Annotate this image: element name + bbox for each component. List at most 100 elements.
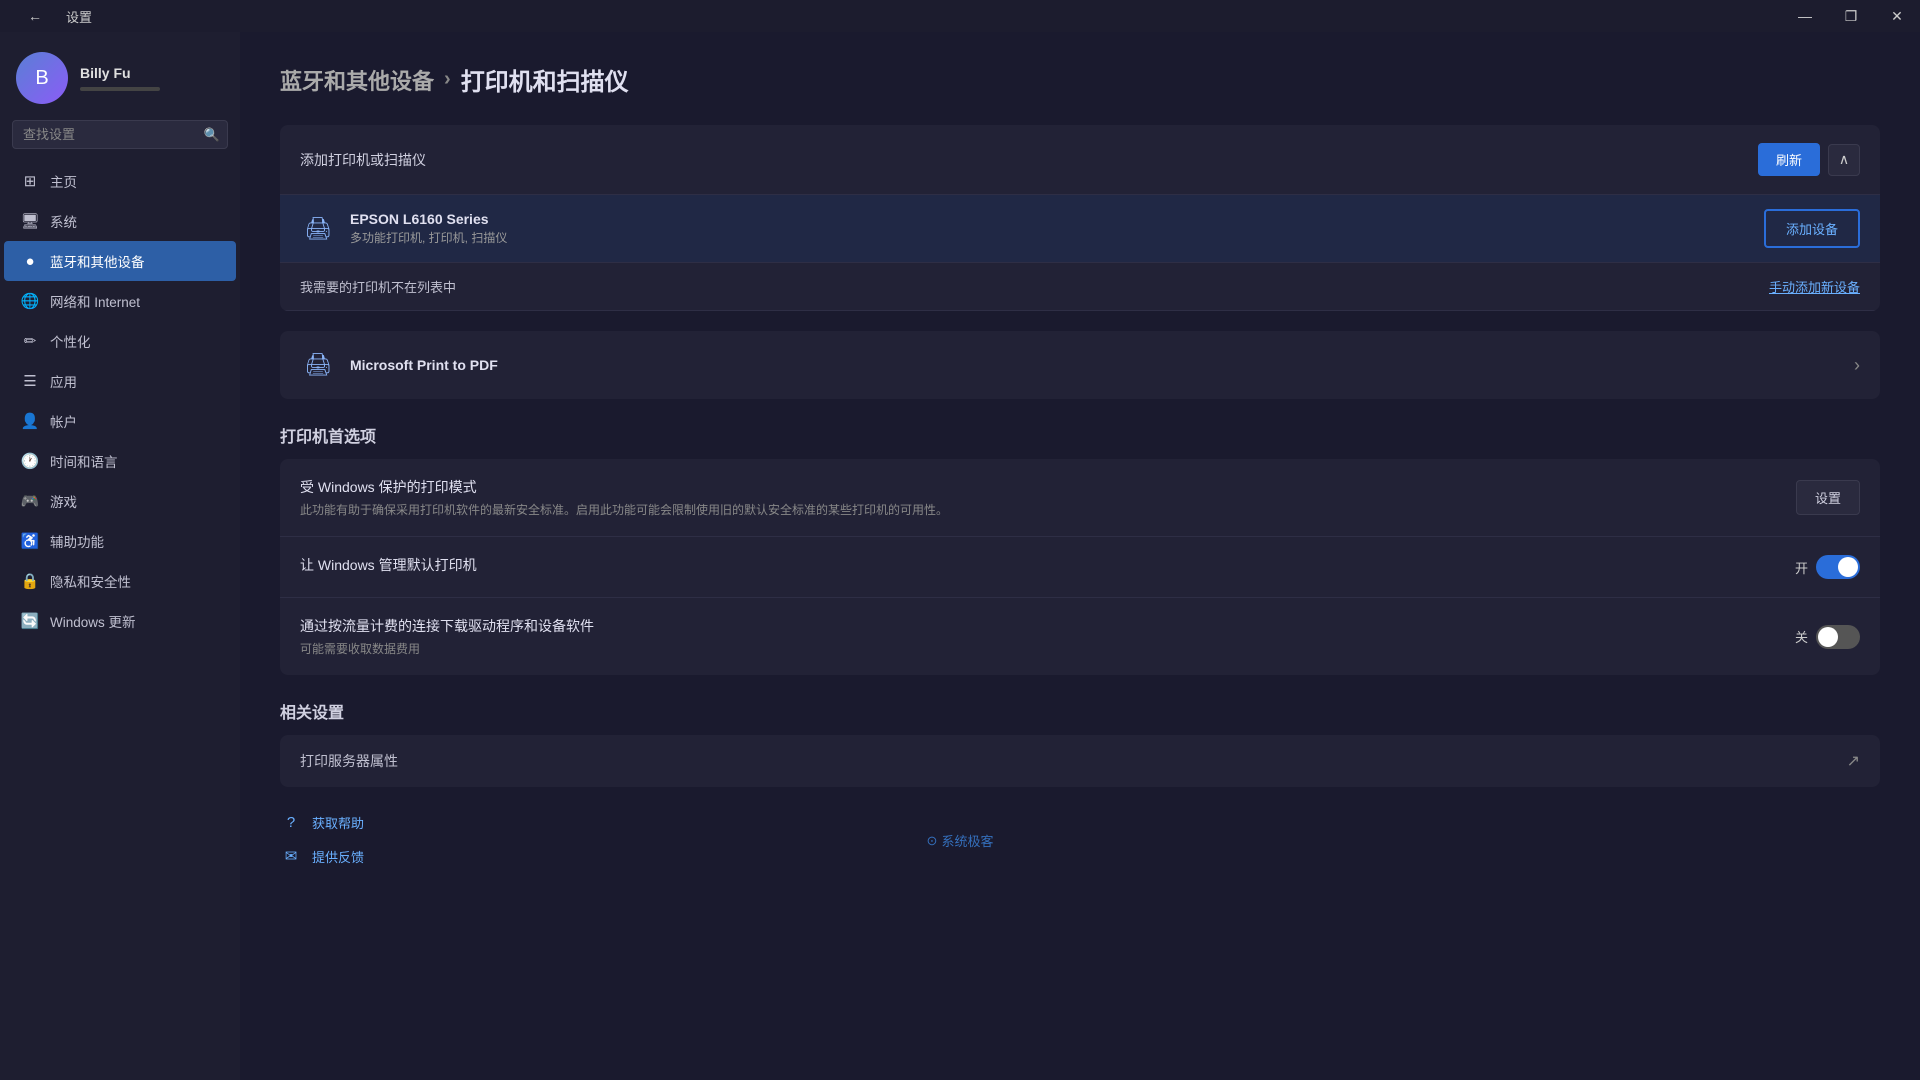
protected-mode-info: 受 Windows 保护的打印模式 此功能有助于确保采用打印机软件的最新安全标准… <box>300 477 1796 518</box>
related-row[interactable]: 打印服务器属性 ↗ <box>280 735 1880 787</box>
metered-status: 关 <box>1795 627 1808 646</box>
not-listed-row: 我需要的打印机不在列表中 手动添加新设备 <box>280 263 1880 311</box>
accounts-icon: 👤 <box>20 411 40 431</box>
time-icon: 🕐 <box>20 451 40 471</box>
breadcrumb-separator: › <box>444 68 451 91</box>
sidebar-item-accessibility[interactable]: ♿ 辅助功能 <box>4 521 236 561</box>
manage-default-row: 让 Windows 管理默认打印机 开 <box>280 537 1880 598</box>
add-printer-section: 添加打印机或扫描仪 刷新 ∧ 🖨 EPSON L6160 Series 多功能打… <box>280 125 1880 311</box>
privacy-icon: 🔒 <box>20 571 40 591</box>
main-content: 蓝牙和其他设备 › 打印机和扫描仪 添加打印机或扫描仪 刷新 ∧ 🖨 EPSON… <box>240 32 1920 1080</box>
manage-default-title: 让 Windows 管理默认打印机 <box>300 555 1795 575</box>
chevron-up-icon: ∧ <box>1839 151 1849 168</box>
breadcrumb-parent[interactable]: 蓝牙和其他设备 <box>280 64 434 96</box>
sidebar-item-label-network: 网络和 Internet <box>50 291 140 311</box>
epson-device-desc: 多功能打印机, 打印机, 扫描仪 <box>350 229 1764 246</box>
options-section-title: 打印机首选项 <box>280 423 1880 447</box>
feedback-label: 提供反馈 <box>312 847 364 866</box>
manage-default-status: 开 <box>1795 558 1808 577</box>
sidebar-item-label-system: 系统 <box>50 211 77 231</box>
sidebar-item-gaming[interactable]: 🎮 游戏 <box>4 481 236 521</box>
sidebar-item-label-privacy: 隐私和安全性 <box>50 571 131 591</box>
collapse-button[interactable]: ∧ <box>1828 144 1860 176</box>
printer-options-section: 受 Windows 保护的打印模式 此功能有助于确保采用打印机软件的最新安全标准… <box>280 459 1880 675</box>
ms-print-name: Microsoft Print to PDF <box>350 357 1854 373</box>
metered-desc: 可能需要收取数据费用 <box>300 640 1795 657</box>
bluetooth-icon: ● <box>20 251 40 271</box>
ms-print-info: Microsoft Print to PDF <box>350 357 1854 373</box>
sidebar-item-label-gaming: 游戏 <box>50 491 77 511</box>
app-title: 设置 <box>66 7 92 26</box>
user-section: B Billy Fu <box>0 32 240 120</box>
breadcrumb: 蓝牙和其他设备 › 打印机和扫描仪 <box>280 62 1880 97</box>
search-input[interactable] <box>12 120 228 149</box>
sidebar-item-label-update: Windows 更新 <box>50 611 136 631</box>
ms-print-icon: 🖨 <box>300 347 336 383</box>
system-icon: 🖥 <box>20 211 40 231</box>
breadcrumb-current: 打印机和扫描仪 <box>461 62 629 97</box>
sidebar-item-update[interactable]: 🔄 Windows 更新 <box>4 601 236 641</box>
protected-mode-row: 受 Windows 保护的打印模式 此功能有助于确保采用打印机软件的最新安全标准… <box>280 459 1880 537</box>
sidebar-item-label-personalization: 个性化 <box>50 331 91 351</box>
sidebar-item-home[interactable]: ⊞ 主页 <box>4 161 236 201</box>
sidebar-item-label-apps: 应用 <box>50 371 77 391</box>
manage-default-info: 让 Windows 管理默认打印机 <box>300 555 1795 579</box>
metered-toggle-wrap: 关 <box>1795 625 1860 649</box>
help-label: 获取帮助 <box>312 813 364 832</box>
metered-info: 通过按流量计费的连接下载驱动程序和设备软件 可能需要收取数据费用 <box>300 616 1795 657</box>
protected-mode-desc: 此功能有助于确保采用打印机软件的最新安全标准。启用此功能可能会限制使用旧的默认安… <box>300 501 1796 518</box>
epson-device-name: EPSON L6160 Series <box>350 211 1764 227</box>
manage-default-toggle[interactable] <box>1816 555 1860 579</box>
maximize-button[interactable]: ❐ <box>1828 0 1874 32</box>
minimize-button[interactable]: — <box>1782 0 1828 32</box>
sidebar-item-time[interactable]: 🕐 时间和语言 <box>4 441 236 481</box>
accessibility-icon: ♿ <box>20 531 40 551</box>
related-section-title: 相关设置 <box>280 699 1880 723</box>
add-printer-actions: 刷新 ∧ <box>1758 143 1860 176</box>
not-listed-label: 我需要的打印机不在列表中 <box>300 277 456 296</box>
sidebar: B Billy Fu 🔍 ⊞ 主页 🖥 系统 ● 蓝牙和其他设备 <box>0 32 240 1080</box>
apps-icon: ☰ <box>20 371 40 391</box>
metered-toggle[interactable] <box>1816 625 1860 649</box>
titlebar: ← 设置 — ❐ ✕ <box>0 0 1920 32</box>
window-controls: — ❐ ✕ <box>1782 0 1920 32</box>
help-link[interactable]: ? 获取帮助 <box>280 811 1880 833</box>
settings-button[interactable]: 设置 <box>1796 480 1860 515</box>
feedback-link[interactable]: ✉ 提供反馈 <box>280 845 1880 867</box>
sidebar-item-privacy[interactable]: 🔒 隐私和安全性 <box>4 561 236 601</box>
back-icon: ← <box>28 8 42 24</box>
add-device-button[interactable]: 添加设备 <box>1764 209 1860 248</box>
chevron-right-icon: › <box>1854 355 1860 376</box>
sidebar-item-accounts[interactable]: 👤 帐户 <box>4 401 236 441</box>
user-bar <box>80 87 160 91</box>
home-icon: ⊞ <box>20 171 40 191</box>
sidebar-item-label-accessibility: 辅助功能 <box>50 531 104 551</box>
back-button[interactable]: ← <box>12 0 58 32</box>
avatar: B <box>16 52 68 104</box>
feedback-icon: ✉ <box>280 845 302 867</box>
sidebar-item-label-accounts: 帐户 <box>50 411 77 431</box>
user-name: Billy Fu <box>80 65 160 81</box>
search-box: 🔍 <box>12 120 228 149</box>
sidebar-item-network[interactable]: 🌐 网络和 Internet <box>4 281 236 321</box>
search-icon: 🔍 <box>204 127 220 143</box>
refresh-button[interactable]: 刷新 <box>1758 143 1820 176</box>
sidebar-item-personalization[interactable]: ✏ 个性化 <box>4 321 236 361</box>
epson-device-info: EPSON L6160 Series 多功能打印机, 打印机, 扫描仪 <box>350 211 1764 246</box>
sidebar-item-bluetooth[interactable]: ● 蓝牙和其他设备 <box>4 241 236 281</box>
ms-print-row[interactable]: 🖨 Microsoft Print to PDF › <box>280 331 1880 399</box>
external-link-icon: ↗ <box>1847 751 1860 771</box>
toggle-thumb-metered <box>1818 627 1838 647</box>
add-printer-label: 添加打印机或扫描仪 <box>300 150 426 170</box>
sidebar-item-system[interactable]: 🖥 系统 <box>4 201 236 241</box>
network-icon: 🌐 <box>20 291 40 311</box>
toggle-thumb <box>1838 557 1858 577</box>
protected-mode-title: 受 Windows 保护的打印模式 <box>300 477 1796 497</box>
update-icon: 🔄 <box>20 611 40 631</box>
bottom-links: ? 获取帮助 ✉ 提供反馈 <box>280 811 1880 867</box>
close-button[interactable]: ✕ <box>1874 0 1920 32</box>
manual-add-link[interactable]: 手动添加新设备 <box>1769 277 1860 296</box>
help-icon: ? <box>280 811 302 833</box>
sidebar-item-apps[interactable]: ☰ 应用 <box>4 361 236 401</box>
metered-title: 通过按流量计费的连接下载驱动程序和设备软件 <box>300 616 1795 636</box>
